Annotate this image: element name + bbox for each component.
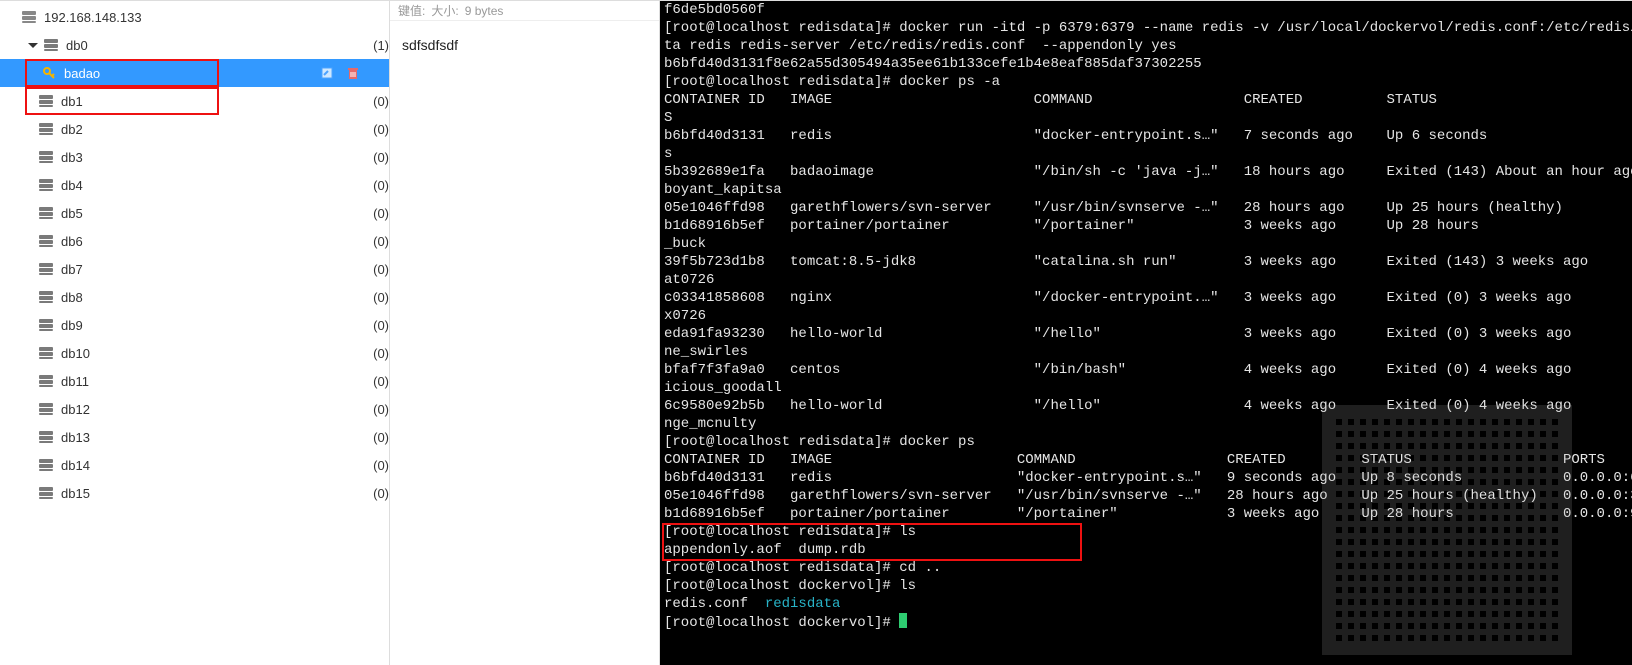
value-header: 键值: 大小: 9 bytes [390, 1, 659, 21]
db-count: (1) [373, 38, 389, 53]
db-node-db7[interactable]: db7 (0) [0, 255, 389, 283]
db-count: (0) [373, 290, 389, 305]
db-label: db4 [61, 178, 367, 193]
db-label: db13 [61, 430, 367, 445]
server-label: 192.168.148.133 [44, 10, 389, 25]
db-count: (0) [373, 262, 389, 277]
db-node-db1[interactable]: db1 (0) [0, 87, 389, 115]
db-label: db3 [61, 150, 367, 165]
expand-arrow-icon[interactable] [28, 43, 38, 48]
database-icon [37, 148, 55, 166]
server-node[interactable]: 192.168.148.133 [0, 3, 389, 31]
db-label: db8 [61, 290, 367, 305]
db-label: db10 [61, 346, 367, 361]
db-count: (0) [373, 486, 389, 501]
db-tree-panel[interactable]: 192.168.148.133 db0(1)badaodb1(0)db2(0)d… [0, 1, 390, 665]
db-label: db0 [66, 38, 367, 53]
db-label: db1 [61, 94, 367, 109]
key-node-badao[interactable]: badao [0, 59, 389, 87]
db-node-db0[interactable]: db0 (1) [0, 31, 389, 59]
db-count: (0) [373, 402, 389, 417]
db-label: db12 [61, 402, 367, 417]
db-node-db13[interactable]: db13 (0) [0, 423, 389, 451]
terminal[interactable]: f6de5bd0560f [root@localhost redisdata]#… [660, 1, 1632, 665]
key-label: badao [64, 66, 319, 81]
database-icon [37, 316, 55, 334]
db-node-db8[interactable]: db8 (0) [0, 283, 389, 311]
db-node-db5[interactable]: db5 (0) [0, 199, 389, 227]
db-count: (0) [373, 94, 389, 109]
header-size-value: 9 bytes [465, 4, 504, 18]
database-icon [37, 176, 55, 194]
db-node-db15[interactable]: db15 (0) [0, 479, 389, 507]
key-icon [40, 64, 58, 82]
db-count: (0) [373, 374, 389, 389]
db-count: (0) [373, 206, 389, 221]
database-icon [37, 400, 55, 418]
database-icon [37, 288, 55, 306]
key-actions [319, 65, 389, 81]
db-label: db7 [61, 262, 367, 277]
db-label: db5 [61, 206, 367, 221]
database-icon [37, 344, 55, 362]
database-icon [37, 456, 55, 474]
server-icon [20, 8, 38, 26]
db-count: (0) [373, 234, 389, 249]
value-panel: 键值: 大小: 9 bytes sdfsdfsdf [390, 1, 660, 665]
db-node-db11[interactable]: db11 (0) [0, 367, 389, 395]
database-icon [37, 232, 55, 250]
database-icon [37, 428, 55, 446]
rename-key-icon[interactable] [319, 65, 335, 81]
db-node-db4[interactable]: db4 (0) [0, 171, 389, 199]
db-label: db11 [61, 374, 367, 389]
db-count: (0) [373, 458, 389, 473]
db-label: db2 [61, 122, 367, 137]
db-count: (0) [373, 318, 389, 333]
delete-key-icon[interactable] [345, 65, 361, 81]
db-label: db14 [61, 458, 367, 473]
header-size-label: 大小: [431, 2, 458, 19]
database-icon [42, 36, 60, 54]
db-count: (0) [373, 178, 389, 193]
db-node-db12[interactable]: db12 (0) [0, 395, 389, 423]
database-icon [37, 92, 55, 110]
terminal-output: f6de5bd0560f [root@localhost redisdata]#… [664, 1, 1628, 632]
value-body[interactable]: sdfsdfsdf [390, 21, 659, 69]
db-label: db6 [61, 234, 367, 249]
db-count: (0) [373, 122, 389, 137]
db-label: db9 [61, 318, 367, 333]
database-icon [37, 120, 55, 138]
database-icon [37, 204, 55, 222]
db-label: db15 [61, 486, 367, 501]
db-node-db10[interactable]: db10 (0) [0, 339, 389, 367]
header-key-label: 键值: [398, 2, 425, 19]
database-icon [37, 484, 55, 502]
db-node-db2[interactable]: db2 (0) [0, 115, 389, 143]
database-icon [37, 260, 55, 278]
db-node-db14[interactable]: db14 (0) [0, 451, 389, 479]
db-node-db3[interactable]: db3 (0) [0, 143, 389, 171]
db-count: (0) [373, 430, 389, 445]
db-node-db9[interactable]: db9 (0) [0, 311, 389, 339]
database-icon [37, 372, 55, 390]
db-count: (0) [373, 346, 389, 361]
db-node-db6[interactable]: db6 (0) [0, 227, 389, 255]
db-count: (0) [373, 150, 389, 165]
